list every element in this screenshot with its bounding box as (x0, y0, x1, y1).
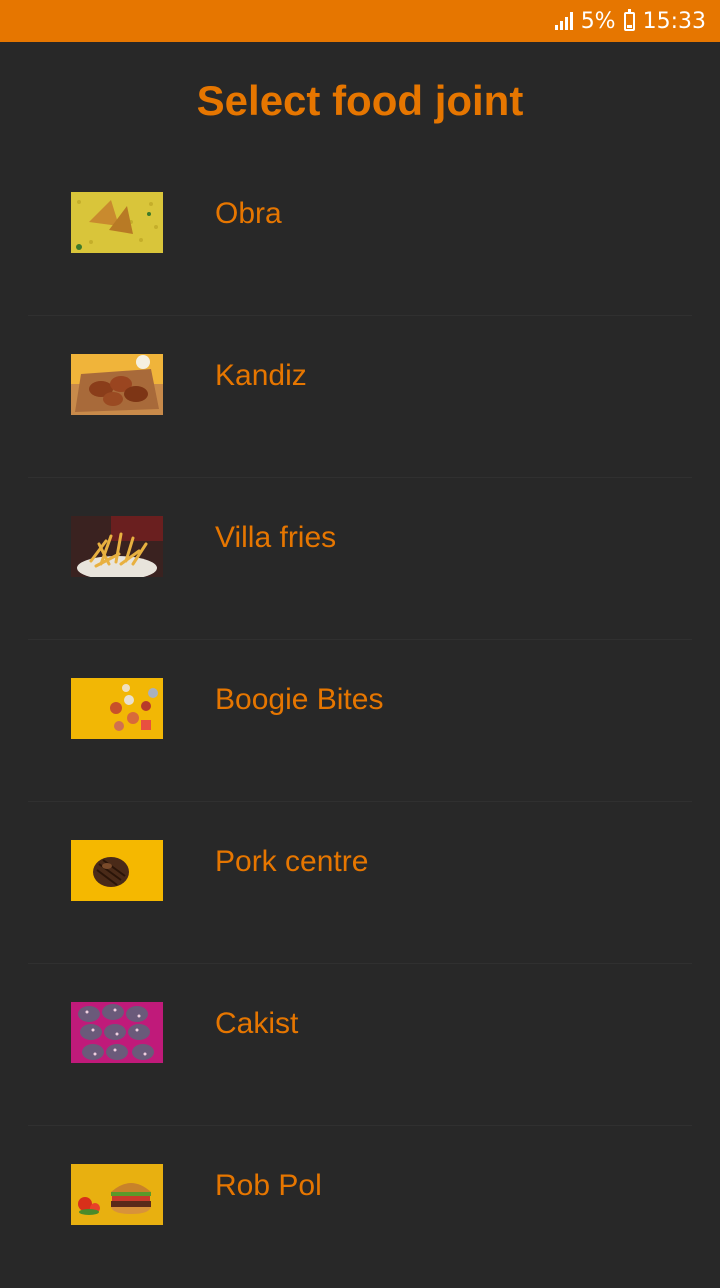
joint-name: Obra (215, 197, 282, 230)
joint-name: Kandiz (215, 359, 307, 392)
cupcakes-image (71, 1002, 163, 1063)
joint-name: Cakist (215, 1007, 299, 1040)
page-title: Select food joint (196, 77, 524, 124)
joint-name: Rob Pol (215, 1169, 322, 1202)
list-item-cakist[interactable]: Cakist (28, 964, 692, 1126)
battery-percent: 5% (580, 8, 616, 34)
status-icons: 5% 15:33 (554, 0, 706, 42)
joint-name: Pork centre (215, 845, 369, 878)
list-item-obra[interactable]: Obra (28, 154, 692, 316)
list-item-pork-centre[interactable]: Pork centre (28, 802, 692, 964)
clock: 15:33 (642, 8, 706, 34)
snacks-image (71, 678, 163, 739)
food-joint-list: Obra Kandiz Villa fries Boogie Bites Por… (0, 154, 720, 1288)
grilled-meat-image (71, 840, 163, 901)
list-item-rob-pol[interactable]: Rob Pol (28, 1126, 692, 1288)
chicken-wings-image (71, 354, 163, 415)
french-fries-image (71, 516, 163, 577)
list-item-boogie-bites[interactable]: Boogie Bites (28, 640, 692, 802)
status-bar: 5% 15:33 (0, 0, 720, 42)
joint-name: Boogie Bites (215, 683, 384, 716)
list-item-kandiz[interactable]: Kandiz (28, 316, 692, 478)
joint-name: Villa fries (215, 521, 337, 554)
battery-charging-icon (623, 8, 635, 31)
samosa-image (71, 192, 163, 253)
signal-icon (554, 12, 573, 30)
burger-image (71, 1164, 163, 1225)
list-item-villa-fries[interactable]: Villa fries (28, 478, 692, 640)
